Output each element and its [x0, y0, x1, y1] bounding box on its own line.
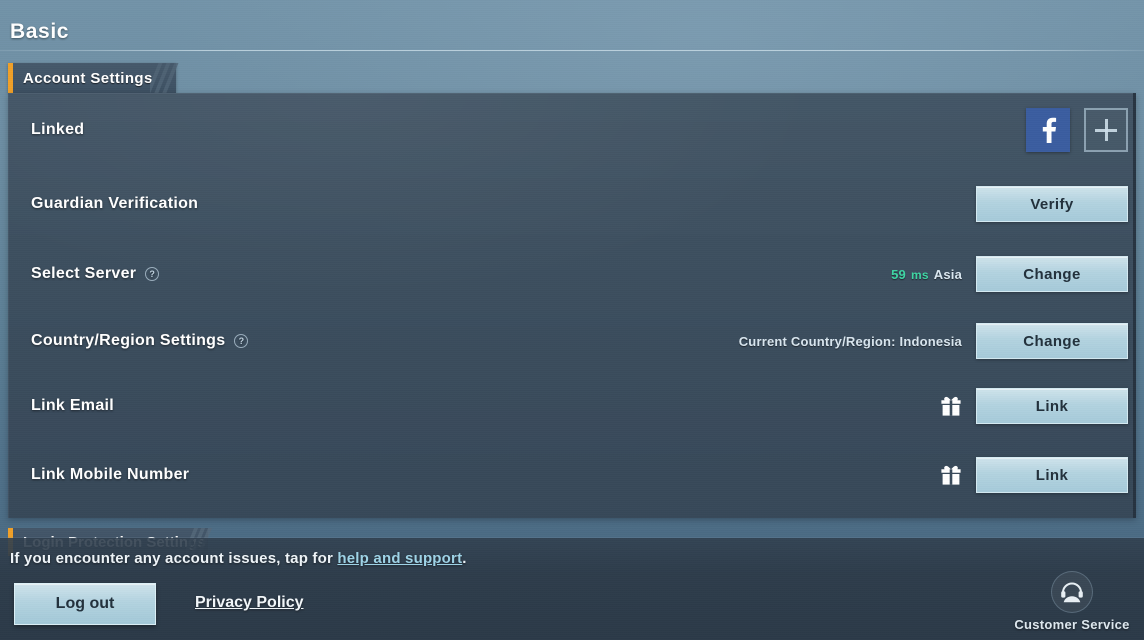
row-link-email-label-wrap: Link Email — [31, 397, 114, 415]
row-country-region-actions: Current Country/Region: Indonesia Change — [739, 323, 1128, 359]
question-mark-icon[interactable]: ? — [234, 334, 249, 348]
headset-agent-icon — [1051, 571, 1093, 613]
account-issues-note: If you encounter any account issues, tap… — [10, 550, 467, 567]
row-link-mobile-label: Link Mobile Number — [31, 466, 190, 483]
bottom-bar: If you encounter any account issues, tap… — [0, 538, 1144, 640]
row-country-region-label-wrap: Country/Region Settings ? — [31, 332, 249, 350]
account-issues-note-suffix: . — [462, 550, 467, 567]
title-divider — [0, 50, 1144, 51]
row-guardian-label-wrap: Guardian Verification — [31, 195, 198, 213]
help-and-support-link[interactable]: help and support — [337, 550, 462, 567]
row-link-mobile-label-wrap: Link Mobile Number — [31, 466, 189, 484]
row-linked-label-wrap: Linked — [31, 121, 84, 139]
change-server-button[interactable]: Change — [976, 256, 1128, 292]
link-mobile-button[interactable]: Link — [976, 457, 1128, 493]
account-settings-panel: Linked Guardian Verification Verify Sele… — [8, 93, 1136, 518]
facebook-icon[interactable] — [1026, 108, 1070, 152]
row-link-mobile: Link Mobile Number Link — [9, 440, 1133, 510]
link-email-button[interactable]: Link — [976, 388, 1128, 424]
row-country-region: Country/Region Settings ? Current Countr… — [9, 306, 1133, 376]
verify-button[interactable]: Verify — [976, 186, 1128, 222]
customer-service-button[interactable]: Customer Service — [1012, 571, 1132, 632]
row-linked-actions — [1026, 108, 1128, 152]
row-select-server-label: Select Server — [31, 265, 137, 282]
gift-icon — [940, 465, 962, 485]
account-issues-note-prefix: If you encounter any account issues, tap… — [10, 550, 338, 567]
ping-value: 59 — [891, 266, 906, 282]
gift-icon — [940, 396, 962, 416]
log-out-button[interactable]: Log out — [14, 583, 156, 625]
row-link-email-label: Link Email — [31, 397, 115, 414]
row-select-server-actions: 59 ms Asia Change — [891, 256, 1128, 292]
tab-account-settings[interactable]: Account Settings — [8, 63, 176, 93]
row-select-server: Select Server ? 59 ms Asia Change — [9, 239, 1133, 309]
current-country-region: Current Country/Region: Indonesia — [738, 333, 962, 349]
change-country-button[interactable]: Change — [976, 323, 1128, 359]
row-select-server-label-wrap: Select Server ? — [31, 265, 160, 283]
server-name: Asia — [933, 266, 962, 282]
customer-service-label: Customer Service — [1014, 617, 1130, 632]
row-link-email: Link Email Link — [9, 371, 1133, 441]
row-link-mobile-actions: Link — [940, 457, 1128, 493]
row-link-email-actions: Link — [940, 388, 1128, 424]
row-guardian-verification: Guardian Verification Verify — [9, 169, 1133, 239]
row-linked-label: Linked — [31, 121, 85, 138]
question-mark-icon[interactable]: ? — [145, 267, 160, 281]
server-ping-info: 59 ms Asia — [891, 267, 962, 282]
page-title: Basic — [10, 20, 70, 43]
tab-account-settings-label: Account Settings — [23, 69, 153, 87]
ping-unit: ms — [910, 267, 929, 282]
row-linked: Linked — [9, 95, 1133, 165]
add-account-button[interactable] — [1084, 108, 1128, 152]
row-guardian-actions: Verify — [976, 186, 1128, 222]
row-guardian-label: Guardian Verification — [31, 195, 199, 212]
row-country-region-label: Country/Region Settings — [31, 332, 226, 349]
privacy-policy-link[interactable]: Privacy Policy — [195, 594, 304, 612]
